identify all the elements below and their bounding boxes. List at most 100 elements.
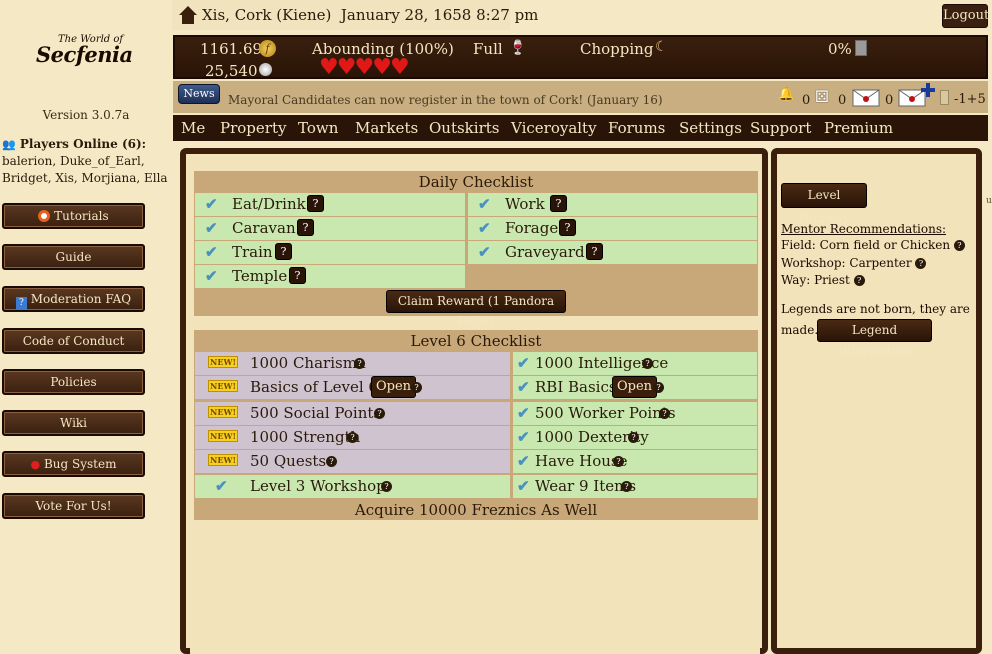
help-icon[interactable]: ? <box>642 358 653 369</box>
legends-text: Legends are not born, they are <box>781 302 970 316</box>
bell-icon: 🔔 <box>778 87 795 102</box>
mail-notification[interactable]: 0 <box>852 89 893 111</box>
mail-add-notification[interactable]: 0 <box>898 82 949 112</box>
help-icon[interactable]: ? <box>411 382 422 393</box>
help-icon[interactable]: ? <box>354 358 365 369</box>
policies-button[interactable]: Policies <box>2 369 145 395</box>
bell-notification[interactable]: 🔔 0 <box>778 87 810 108</box>
nav-viceroyalty[interactable]: Viceroyalty <box>511 119 597 137</box>
datetime-text: January 28, 1658 8:27 pm <box>340 6 539 24</box>
nav-premium[interactable]: Premium <box>824 119 893 137</box>
help-icon[interactable]: ? <box>289 267 306 284</box>
help-icon[interactable]: ? <box>550 195 567 212</box>
level-item: ✔ 1000 Intelligence? <box>513 352 757 375</box>
house-icon[interactable] <box>177 4 199 30</box>
goblet-icon: 🍷 <box>509 40 527 56</box>
guide-button[interactable]: Guide <box>2 244 145 270</box>
player-link[interactable]: Duke_of_Earl <box>60 154 141 168</box>
level-item: ✔ Have House? <box>513 450 757 473</box>
help-icon[interactable]: ? <box>621 481 632 492</box>
dice-notification[interactable]: ⚄ 0 <box>815 87 846 108</box>
legend-information-button[interactable]: Legend Information <box>817 319 932 358</box>
nav-markets[interactable]: Markets <box>355 119 418 137</box>
code-of-conduct-button[interactable]: Code of Conduct <box>2 328 145 354</box>
dice-icon: ⚄ <box>815 87 829 106</box>
progress-label: 0% <box>828 40 852 58</box>
player-link[interactable]: Bridget <box>2 171 48 185</box>
nav-town[interactable]: Town <box>298 119 338 137</box>
wiki-button[interactable]: Wiki <box>2 410 145 436</box>
players-online-heading: 👥 Players Online (6): <box>2 137 147 151</box>
scroll-indicator: u <box>986 196 992 206</box>
help-icon[interactable]: ? <box>953 240 965 251</box>
check-icon: ✔ <box>205 219 218 237</box>
sidebar <box>0 0 172 654</box>
help-icon[interactable]: ? <box>381 481 392 492</box>
help-icon[interactable]: ? <box>659 408 670 419</box>
check-icon: ✔ <box>517 404 530 422</box>
level-pathway-button[interactable]: Level Pathway <box>781 183 867 225</box>
help-icon[interactable]: ? <box>559 219 576 236</box>
lifebuoy-icon <box>38 210 51 222</box>
check-icon: ✔ <box>215 477 228 495</box>
help-icon[interactable]: ? <box>915 258 927 269</box>
legends-text-2: made. <box>781 323 819 337</box>
logo-line2: Secfenia <box>36 42 133 67</box>
hunger-label: Full <box>473 40 503 58</box>
level-item: NEW! 1000 Charisma? <box>195 352 510 375</box>
help-book-icon: ? <box>15 297 27 310</box>
check-icon: ✔ <box>517 477 530 495</box>
nav-forums[interactable]: Forums <box>608 119 665 137</box>
help-icon[interactable]: ? <box>297 219 314 236</box>
tutorials-button[interactable]: Tutorials <box>2 203 145 229</box>
activity-label: Chopping <box>580 40 654 58</box>
nav-support[interactable]: Support <box>750 119 811 137</box>
nav-me[interactable]: Me <box>181 119 205 137</box>
player-link[interactable]: Ella <box>144 171 168 185</box>
heart-icon: ♥ <box>389 55 410 80</box>
mentor-field: Field: Corn field or Chicken ? <box>781 238 965 252</box>
nav-property[interactable]: Property <box>220 119 286 137</box>
help-icon[interactable]: ? <box>853 275 865 286</box>
location-datetime: Xis, Cork (Kiene) January 28, 1658 8:27 … <box>202 6 538 24</box>
site-logo[interactable]: The World of Secfenia <box>30 32 135 72</box>
vote-button[interactable]: Vote For Us! <box>2 493 145 519</box>
check-icon: ✔ <box>205 243 218 261</box>
new-badge: NEW! <box>208 454 238 466</box>
help-icon[interactable]: ? <box>586 243 603 260</box>
help-icon[interactable]: ? <box>275 243 292 260</box>
check-icon: ✔ <box>478 243 491 261</box>
help-icon[interactable]: ? <box>326 456 337 467</box>
player-link[interactable]: Xis <box>55 171 74 185</box>
stats-bar: 1161.69 f 25,540 Abounding (100%) ♥♥♥♥♥ … <box>173 35 988 80</box>
scroll-notification[interactable]: -1+5 <box>940 90 986 109</box>
gold-coin-icon: f <box>259 40 276 57</box>
level-item: ✔ RBI Basics Open? <box>513 376 757 399</box>
help-icon[interactable]: ? <box>653 382 664 393</box>
mail-icon <box>852 89 880 107</box>
player-link[interactable]: Morjiana <box>82 171 137 185</box>
help-icon[interactable]: ? <box>628 432 639 443</box>
help-icon[interactable]: ? <box>374 408 385 419</box>
level-footer: Acquire 10000 Freznics As Well <box>354 501 598 519</box>
new-badge: NEW! <box>208 406 238 418</box>
location-text[interactable]: Xis, Cork (Kiene) <box>202 6 331 24</box>
claim-reward-button[interactable]: Claim Reward (1 Pandora Point) <box>386 290 566 328</box>
new-badge: NEW! <box>208 356 238 368</box>
check-icon: ✔ <box>517 354 530 372</box>
help-icon[interactable]: ? <box>613 456 624 467</box>
level-item: ✔ 1000 Dexterity? <box>513 426 757 449</box>
moderation-faq-button[interactable]: ? Moderation FAQ <box>2 286 145 312</box>
check-icon: ✔ <box>517 378 530 396</box>
help-icon[interactable]: ? <box>307 195 324 212</box>
bug-system-button[interactable]: ● Bug System <box>2 451 145 477</box>
gold-amount: 1161.69 <box>200 40 263 58</box>
nav-outskirts[interactable]: Outskirts <box>429 119 499 137</box>
open-button[interactable]: Open <box>612 376 658 398</box>
open-button[interactable]: Open <box>371 376 417 398</box>
logout-button[interactable]: Logout <box>942 4 989 28</box>
help-icon[interactable]: ? <box>347 432 358 443</box>
player-link[interactable]: balerion <box>2 154 52 168</box>
nav-settings[interactable]: Settings <box>679 119 742 137</box>
news-button[interactable]: News <box>178 84 220 104</box>
